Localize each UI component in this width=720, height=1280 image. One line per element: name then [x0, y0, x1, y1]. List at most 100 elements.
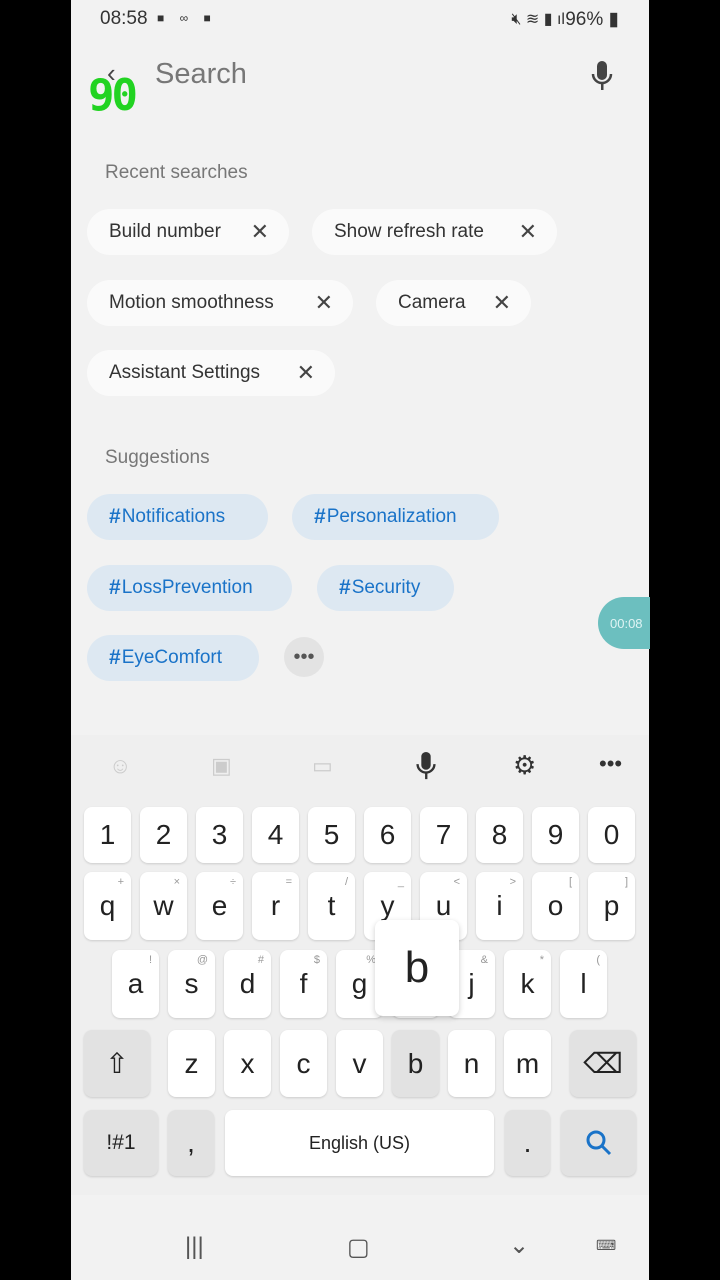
key-6[interactable]: 6: [364, 807, 411, 863]
mute-wifi-signal-icons: 🔇︎ ≋ ▮ ıl: [511, 11, 565, 28]
suggestion-tag[interactable]: # Security: [317, 565, 454, 611]
key-z[interactable]: z: [168, 1030, 215, 1097]
recent-search-chip[interactable]: Assistant Settings ✕: [87, 350, 335, 396]
clock: 08:58: [100, 8, 148, 29]
period-key[interactable]: .: [505, 1110, 550, 1176]
key-9[interactable]: 9: [532, 807, 579, 863]
key-a[interactable]: a!: [112, 950, 159, 1018]
voice-input-icon[interactable]: [415, 751, 437, 781]
chip-label: Build number: [109, 221, 221, 242]
recent-search-chip[interactable]: Camera ✕: [376, 280, 531, 326]
key-label: m: [515, 1047, 540, 1079]
key-r[interactable]: r =: [252, 872, 299, 940]
recent-search-chip[interactable]: Motion smoothness ✕: [87, 280, 353, 326]
key-0[interactable]: 0: [588, 807, 635, 863]
key-label: 1: [99, 819, 116, 850]
screen-recorder-bubble[interactable]: 00:08: [598, 597, 650, 649]
key-4[interactable]: 4: [252, 807, 299, 863]
recent-search-chip[interactable]: Build number ✕: [87, 209, 289, 255]
suggestion-tag[interactable]: # EyeComfort: [87, 635, 259, 681]
key-8[interactable]: 8: [476, 807, 523, 863]
key-q[interactable]: q +: [84, 872, 131, 940]
emoji-icon[interactable]: ☺: [109, 753, 131, 779]
key-secondary-label: &: [480, 954, 488, 966]
key-preview-popup: b: [375, 920, 459, 1016]
screen: 08:58 ■ ∞ ■ 🔇︎ ≋ ▮ ıl 96% ▮ ‹ 90 Search …: [71, 0, 650, 1280]
key-label: i: [496, 890, 503, 921]
key-f[interactable]: f $: [280, 950, 327, 1018]
key-label: q: [99, 890, 116, 921]
microphone-icon[interactable]: [591, 60, 613, 92]
home-icon[interactable]: ▢: [347, 1233, 370, 1262]
key-i[interactable]: i >: [476, 872, 523, 940]
more-suggestions-button[interactable]: •••: [284, 637, 324, 677]
tag-label: EyeComfort: [121, 647, 222, 668]
chip-label: Camera: [398, 292, 466, 313]
comma-key[interactable]: ,: [168, 1110, 214, 1176]
space-key[interactable]: English (US): [225, 1110, 494, 1176]
key-v[interactable]: v: [336, 1030, 383, 1097]
sticker-icon[interactable]: ▣: [211, 753, 232, 779]
remove-icon[interactable]: ✕: [493, 290, 511, 316]
key-e[interactable]: e ÷: [196, 872, 243, 940]
backspace-key[interactable]: ⌫: [570, 1030, 636, 1097]
remove-icon[interactable]: ✕: [297, 360, 315, 386]
key-o[interactable]: o[: [532, 872, 579, 940]
symbols-key[interactable]: !#1: [84, 1110, 158, 1176]
battery-text: 96%: [565, 9, 604, 30]
key-1[interactable]: 1: [84, 807, 131, 863]
recent-apps-icon[interactable]: |||: [185, 1233, 204, 1261]
suggestion-tag[interactable]: # Personalization: [292, 494, 499, 540]
key-7[interactable]: 7: [420, 807, 467, 863]
key-d[interactable]: d #: [224, 950, 271, 1018]
key-n[interactable]: n: [448, 1030, 495, 1097]
key-label: u: [435, 890, 452, 921]
settings-gear-icon[interactable]: ⚙: [513, 750, 536, 781]
key-5[interactable]: 5: [308, 807, 355, 863]
suggestion-tag[interactable]: # Notifications: [87, 494, 268, 540]
tag-label: Security: [351, 577, 421, 598]
key-secondary-label: /: [344, 876, 348, 888]
key-label: English (US): [308, 1132, 411, 1153]
key-s[interactable]: s @: [168, 950, 215, 1018]
key-secondary-label: *: [539, 954, 544, 966]
key-secondary-label: <: [453, 876, 460, 888]
search-key[interactable]: [561, 1110, 636, 1176]
key-p[interactable]: p]: [588, 872, 635, 940]
key-secondary-label: ÷: [229, 876, 236, 888]
status-bar: 08:58 ■ ∞ ■ 🔇︎ ≋ ▮ ıl 96% ▮: [71, 0, 649, 38]
key-l[interactable]: l(: [560, 950, 607, 1018]
key-k[interactable]: k *: [504, 950, 551, 1018]
key-c[interactable]: c: [280, 1030, 327, 1097]
key-b[interactable]: b: [392, 1030, 439, 1097]
hash-icon: #: [314, 505, 326, 528]
search-input[interactable]: Search: [155, 58, 247, 91]
shift-key[interactable]: ⇧: [84, 1030, 150, 1097]
tag-label: LossPrevention: [121, 577, 253, 598]
key-label: y: [380, 890, 395, 921]
key-label: f: [299, 968, 308, 999]
key-label: w: [153, 890, 174, 921]
key-m[interactable]: m: [504, 1030, 551, 1097]
more-options-icon[interactable]: •••: [599, 751, 622, 777]
key-w[interactable]: w ×: [140, 872, 187, 940]
key-t[interactable]: t /: [308, 872, 355, 940]
clipboard-icon[interactable]: ▭: [312, 753, 333, 779]
remove-icon[interactable]: ✕: [519, 219, 537, 245]
key-x[interactable]: x: [224, 1030, 271, 1097]
key-3[interactable]: 3: [196, 807, 243, 863]
recent-search-chip[interactable]: Show refresh rate ✕: [312, 209, 557, 255]
keyboard-switch-icon[interactable]: ⌨: [596, 1237, 616, 1254]
key-2[interactable]: 2: [140, 807, 187, 863]
hide-keyboard-icon[interactable]: ⌄: [509, 1231, 529, 1260]
key-secondary-label: (: [596, 954, 600, 966]
hash-icon: #: [109, 505, 121, 528]
suggestion-tag[interactable]: # LossPrevention: [87, 565, 292, 611]
recent-searches-heading: Recent searches: [105, 162, 248, 183]
remove-icon[interactable]: ✕: [251, 219, 269, 245]
key-secondary-label: =: [285, 876, 292, 888]
key-label: b: [407, 1047, 424, 1079]
remove-icon[interactable]: ✕: [315, 290, 333, 316]
suggestions-heading: Suggestions: [105, 447, 210, 468]
key-label: t: [327, 890, 336, 921]
